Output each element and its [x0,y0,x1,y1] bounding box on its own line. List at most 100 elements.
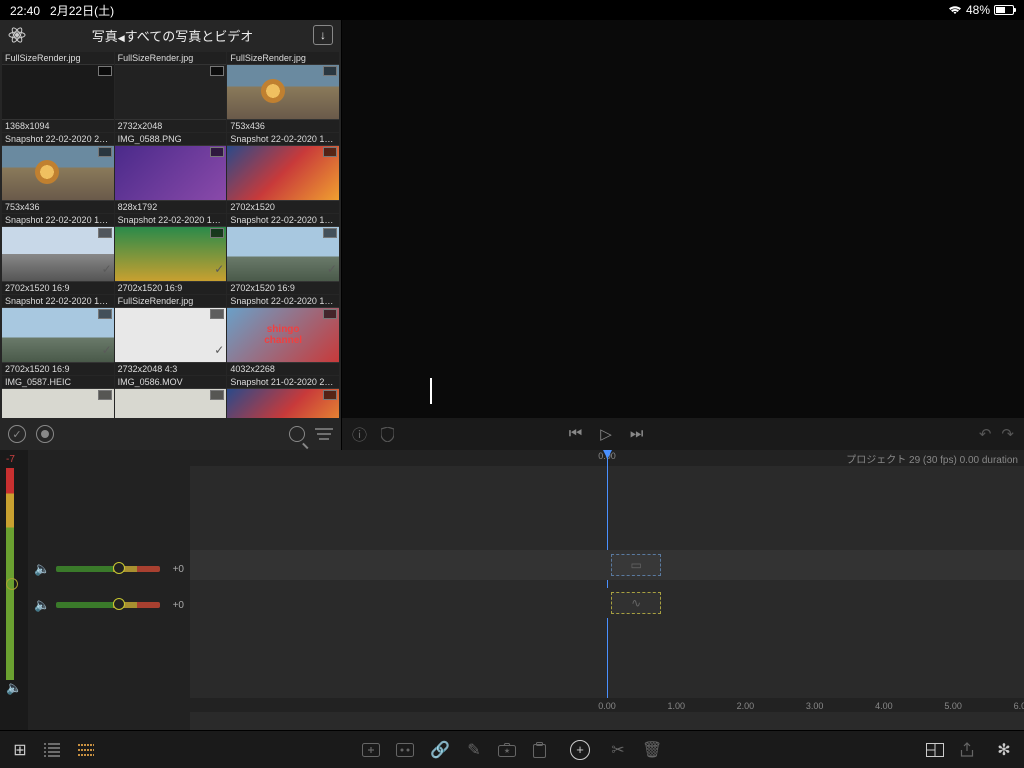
speaker-icon[interactable]: 🔈 [34,597,50,613]
layout-icon[interactable] [926,743,946,757]
share-icon[interactable] [960,742,980,758]
library-item[interactable]: IMG_0586.MOV [115,376,227,418]
add-clip-icon[interactable] [362,743,382,757]
ruler-tick: 3.00 [806,701,824,711]
info-icon[interactable]: ⓘ [352,424,367,445]
speaker-icon[interactable]: 🔈 [6,680,22,696]
timeline[interactable]: 0.00 プロジェクト 29 (30 fps) 0.00 duration ▭ … [190,450,1024,730]
tile-filename: Snapshot 22-02-2020 18:… [2,214,114,226]
gear-icon[interactable]: ✻ [994,740,1014,760]
preview-controls: ⓘ ⏮ ▷ ⏭ ↶ ↷ [342,418,1024,450]
tile-filename: Snapshot 22-02-2020 17:… [2,295,114,307]
volume-slider-1[interactable] [56,566,160,572]
play-icon[interactable]: ▷ [600,425,612,443]
library-item[interactable]: IMG_0587.HEIC [2,376,114,418]
tile-filename: Snapshot 22-02-2020 18:… [115,214,227,226]
library-item[interactable]: FullSizeRender.jpg2732x2048 [115,52,227,132]
add-icon[interactable]: + [570,740,590,760]
library-grid: FullSizeRender.jpg1368x1094FullSizeRende… [0,50,341,418]
library-item[interactable]: Snapshot 22-02-2020 17:…✓2702x1520 16:9 [227,214,339,294]
library-header: 写真◀すべての写真とビデオ ↓ [0,20,341,50]
insert-icon[interactable] [396,743,416,757]
check-icon: ✓ [214,262,224,276]
tile-filename: Snapshot 21-02-2020 20:… [227,376,339,388]
speaker-icon[interactable]: 🔈 [34,561,50,577]
library-item[interactable]: FullSizeRender.jpg1368x1094 [2,52,114,132]
image-badge-icon [210,147,224,157]
tile-dimensions: 828x1792 [115,201,227,213]
record-icon[interactable] [36,425,54,443]
library-item[interactable]: Snapshot 22-02-2020 18:…✓2702x1520 16:9 [2,214,114,294]
tile-dimensions: 2702x1520 16:9 [115,282,227,294]
tile-dimensions: 2702x1520 16:9 [2,282,114,294]
library-title[interactable]: 写真◀すべての写真とビデオ [32,26,313,45]
library-item[interactable]: Snapshot 22-02-2020 20:…753x436 [2,133,114,213]
ruler-tick: 0.00 [598,701,616,711]
library-item[interactable]: Snapshot 22-02-2020 19:…2702x1520 [227,133,339,213]
audio-track[interactable]: ∿ [190,588,1024,618]
tile-filename: FullSizeRender.jpg [2,52,114,64]
tile-filename: FullSizeRender.jpg [115,295,227,307]
tile-dimensions: 753x436 [227,120,339,132]
library-item[interactable]: IMG_0588.PNG828x1792 [115,133,227,213]
list-icon[interactable] [44,743,64,757]
tile-filename: Snapshot 22-02-2020 15:… [227,295,339,307]
image-badge-icon [323,147,337,157]
ruler-tick: 6.00 [1014,701,1024,711]
link-icon[interactable]: 🔗 [430,740,450,760]
next-icon[interactable]: ⏭ [630,425,644,443]
shield-icon[interactable] [381,427,394,442]
image-badge-icon [98,390,112,400]
audio-clip-placeholder[interactable]: ∿ [611,592,661,614]
ruler-bottom[interactable]: 0.001.002.003.004.005.006.00 [190,698,1024,712]
image-badge-icon [98,66,112,76]
filter-icon[interactable] [315,427,333,441]
library-item[interactable]: Snapshot 21-02-2020 20:… [227,376,339,418]
svg-text:★: ★ [504,747,510,755]
image-badge-icon [210,228,224,238]
prev-icon[interactable]: ⏮ [569,425,583,443]
search-icon[interactable] [289,426,305,442]
status-bar: 22:40 2月22日(土) 48% [0,0,1024,20]
meter-marker-icon [6,578,18,590]
video-clip-placeholder[interactable]: ▭ [611,554,661,576]
library-item[interactable]: Snapshot 22-02-2020 15:…shingochannel403… [227,295,339,375]
undo-icon[interactable]: ↶ [979,425,992,443]
image-badge-icon [98,309,112,319]
battery-pct: 48% [966,3,990,17]
track-view-icon[interactable] [78,743,98,757]
waveform-icon: ∿ [631,596,641,610]
cut-icon[interactable]: ✂ [608,740,628,760]
tile-dimensions: 2702x1520 16:9 [227,282,339,294]
triangle-left-icon: ◀ [118,33,125,43]
library-item[interactable]: FullSizeRender.jpg753x436 [227,52,339,132]
video-track[interactable]: ▭ [190,550,1024,580]
ruler-tick: 1.00 [667,701,685,711]
meter-peak: -7 [6,454,15,465]
audio-meter: -7 🔈 [0,450,28,730]
trash-icon[interactable]: 🗑 [642,740,662,760]
download-icon[interactable]: ↓ [313,25,333,45]
select-all-icon[interactable] [8,425,26,443]
tile-filename: Snapshot 22-02-2020 20:… [2,133,114,145]
add-media-icon[interactable]: ⊞ [10,740,30,760]
status-time: 22:40 [10,4,40,18]
volume-slider-2[interactable] [56,602,160,608]
image-badge-icon [98,228,112,238]
snapshot-icon[interactable]: ★ [498,743,518,757]
track-head-1[interactable]: 🔈 +0 [28,554,190,584]
clipboard-icon[interactable] [532,742,552,758]
track-head-2[interactable]: 🔈 +0 [28,590,190,620]
library-item[interactable]: Snapshot 22-02-2020 18:… ✓ 2702x1520 16:9 [115,214,227,294]
atom-icon[interactable] [8,26,26,44]
library-item[interactable]: FullSizeRender.jpg✓2732x2048 4:3 [115,295,227,375]
meter-bar [6,468,14,680]
tile-dimensions: 2732x2048 [115,120,227,132]
library-item[interactable]: Snapshot 22-02-2020 17:…✓2702x1520 16:9 [2,295,114,375]
tile-dimensions: 2702x1520 [227,201,339,213]
check-icon: ✓ [214,343,224,357]
edit-icon[interactable]: ✎ [464,740,484,760]
image-badge-icon [210,309,224,319]
preview-viewport[interactable] [342,20,1024,418]
redo-icon[interactable]: ↷ [1001,425,1014,443]
